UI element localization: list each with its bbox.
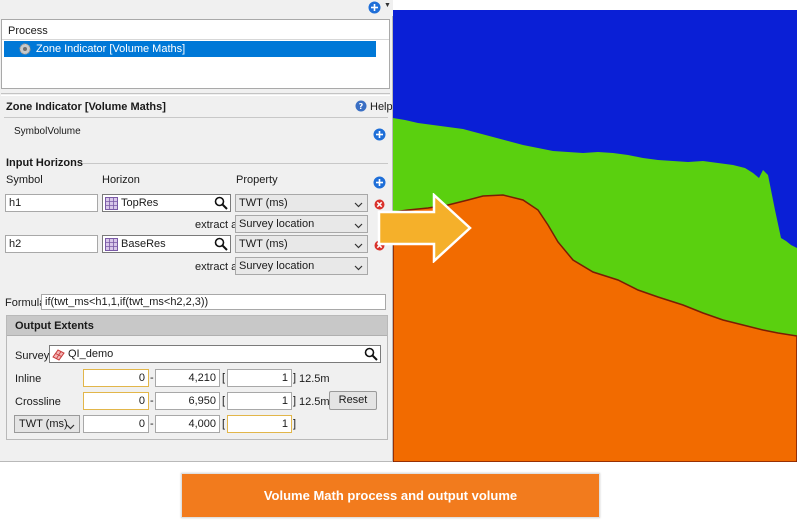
chevron-down-icon	[354, 220, 363, 232]
column-header-symbol: Symbol	[6, 174, 43, 186]
add-symbol-volume-icon[interactable]	[373, 128, 386, 144]
splitter[interactable]	[1, 93, 390, 96]
inline-unit: 12.5m	[299, 373, 330, 385]
section-divider	[4, 117, 388, 118]
chevron-down-icon	[354, 240, 363, 252]
horizon-grid-icon	[105, 238, 118, 254]
help-icon[interactable]: ?	[355, 100, 367, 115]
formula-input[interactable]: if(twt_ms<h1,1,if(twt_ms<h2,2,3))	[41, 294, 386, 310]
horizon-picker-h1[interactable]: TopRes	[102, 194, 231, 212]
column-header-property: Property	[236, 174, 278, 186]
range-dash: -	[150, 372, 154, 384]
inline-step-input[interactable]: 1	[227, 369, 292, 387]
step-open-bracket: [	[222, 372, 226, 384]
horizon-picker-h2[interactable]: BaseRes	[102, 235, 231, 253]
inline-to-input[interactable]: 4,210	[155, 369, 220, 387]
input-horizons-divider	[83, 163, 388, 164]
panel-toolbar: ▼	[0, 0, 393, 16]
extract-at-label: extract at	[195, 219, 241, 231]
twt-to-input[interactable]: 4,000	[155, 415, 220, 433]
process-list-divider	[2, 39, 389, 40]
twt-from-input[interactable]: 0	[83, 415, 149, 433]
add-menu-chevron-down-icon[interactable]: ▼	[384, 2, 391, 9]
svg-text:?: ?	[359, 102, 364, 111]
extract-at-value: Survey location	[239, 260, 315, 272]
add-process-icon[interactable]	[368, 1, 381, 17]
step-close-bracket: ]	[293, 372, 297, 384]
step-close-bracket: ]	[293, 395, 297, 407]
formula-label: Formula	[5, 297, 46, 309]
inline-from-input[interactable]: 0	[83, 369, 149, 387]
horizon-grid-icon	[105, 197, 118, 213]
add-horizon-icon[interactable]	[373, 176, 386, 192]
inline-label: Inline	[15, 373, 42, 385]
range-dash: -	[150, 395, 154, 407]
arrow-right-icon	[377, 193, 472, 263]
extract-at-label: extract at	[195, 261, 241, 273]
chevron-down-icon	[354, 199, 363, 211]
process-list-item[interactable]: Zone Indicator [Volume Maths]	[4, 41, 376, 57]
search-icon[interactable]	[214, 237, 228, 254]
twt-step-input[interactable]: 1	[227, 415, 292, 433]
z-domain-value: TWT (ms)	[19, 418, 68, 430]
step-open-bracket: [	[222, 418, 226, 430]
step-close-bracket: ]	[293, 418, 297, 430]
search-icon[interactable]	[214, 196, 228, 213]
horizon-name: TopRes	[121, 197, 159, 209]
extract-at-value: Survey location	[239, 218, 315, 230]
property-select-h2[interactable]: TWT (ms)	[235, 235, 368, 253]
search-icon[interactable]	[364, 347, 378, 364]
z-domain-select[interactable]: TWT (ms)	[14, 415, 80, 433]
horizon-name: BaseRes	[121, 238, 166, 250]
chevron-down-icon	[66, 421, 75, 433]
symbol-volume-label: SymbolVolume	[14, 126, 81, 137]
process-list: Process Zone Indicator [Volume Maths]	[1, 19, 390, 89]
volume-maths-panel: ▼ Process Zone Indicator [Volume Maths] …	[0, 0, 393, 462]
property-value: TWT (ms)	[239, 238, 288, 250]
survey-name: QI_demo	[68, 348, 114, 360]
symbol-input-h2[interactable]: h2	[5, 235, 98, 253]
survey-label: Survey	[15, 350, 50, 362]
step-open-bracket: [	[222, 395, 226, 407]
caption-banner: Volume Math process and output volume	[181, 473, 600, 518]
process-item-label: Zone Indicator [Volume Maths]	[36, 43, 186, 55]
property-select-h1[interactable]: TWT (ms)	[235, 194, 368, 212]
symbol-input-h1[interactable]: h1	[5, 194, 98, 212]
reset-button[interactable]: Reset	[329, 391, 377, 410]
output-extents-header[interactable]: Output Extents	[7, 316, 387, 336]
section-title: Zone Indicator [Volume Maths]	[6, 101, 166, 113]
crossline-unit: 12.5m	[299, 396, 330, 408]
input-horizons-title: Input Horizons	[6, 157, 83, 169]
property-value: TWT (ms)	[239, 197, 288, 209]
range-dash: -	[150, 418, 154, 430]
help-link[interactable]: Help	[370, 101, 393, 113]
extract-at-select-h1[interactable]: Survey location	[235, 215, 368, 233]
crossline-to-input[interactable]: 6,950	[155, 392, 220, 410]
output-extents-title: Output Extents	[15, 320, 94, 332]
column-header-horizon: Horizon	[102, 174, 140, 186]
process-list-header: Process	[8, 25, 48, 37]
survey-grid-icon	[52, 348, 65, 364]
survey-picker[interactable]: QI_demo	[49, 345, 381, 363]
extract-at-select-h2[interactable]: Survey location	[235, 257, 368, 275]
gear-icon	[18, 42, 32, 59]
crossline-step-input[interactable]: 1	[227, 392, 292, 410]
chevron-down-icon	[354, 262, 363, 274]
crossline-label: Crossline	[15, 396, 61, 408]
crossline-from-input[interactable]: 0	[83, 392, 149, 410]
